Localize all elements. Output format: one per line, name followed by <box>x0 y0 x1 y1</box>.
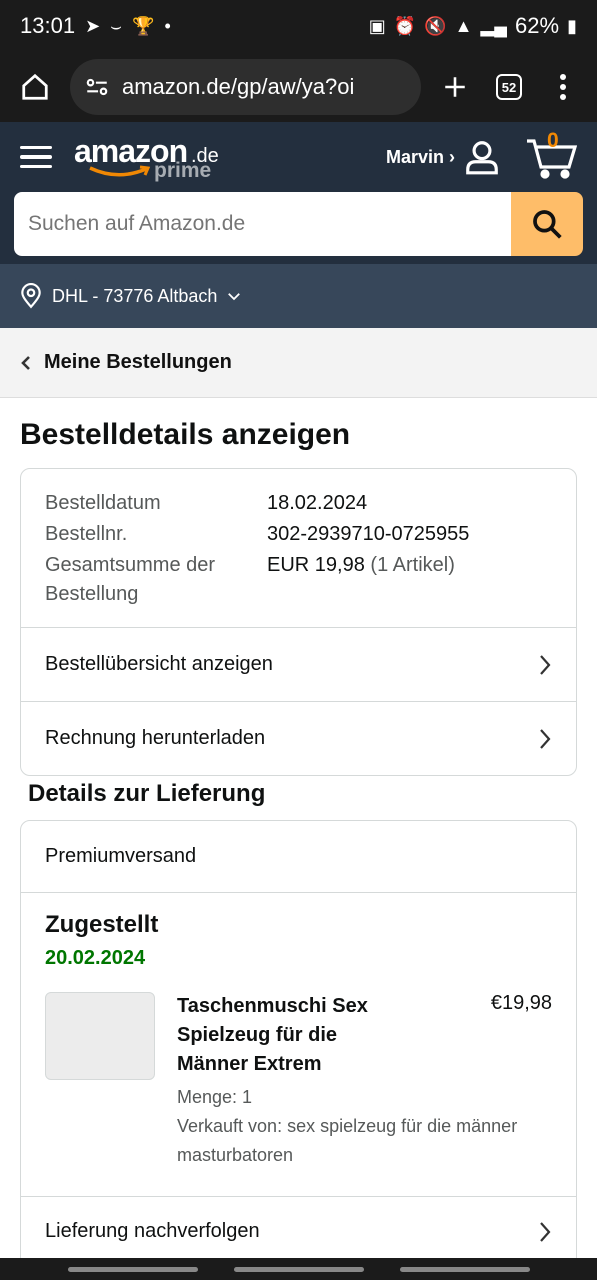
page-title: Bestelldetails anzeigen <box>20 418 351 451</box>
delivery-section-title: Details zur Lieferung <box>28 780 266 807</box>
shipment-details: Zugestellt 20.02.2024 Taschenmuschi Sex … <box>21 893 576 1196</box>
order-date-label: Bestelldatum <box>45 492 161 514</box>
back-link-label: Meine Bestellungen <box>44 351 232 373</box>
order-item: Taschenmuschi Sex Spielzeug für die Männ… <box>45 992 552 1170</box>
order-total-value: EUR 19,98 (1 Artikel) <box>267 551 552 609</box>
order-info-grid: Bestelldatum 18.02.2024 Bestellnr. 302-2… <box>21 469 576 627</box>
search-button[interactable] <box>511 192 583 256</box>
smile-arrow-icon <box>89 165 151 177</box>
order-summary-link[interactable]: Bestellübersicht anzeigen <box>21 627 576 701</box>
order-summary-link-label: Bestellübersicht anzeigen <box>45 653 273 675</box>
telegram-icon: ➤ <box>85 15 101 36</box>
chevron-right-icon <box>540 1221 551 1242</box>
track-package-label: Lieferung nachverfolgen <box>45 1220 260 1242</box>
order-item-count: (1 Artikel) <box>370 554 455 576</box>
back-to-orders-link[interactable]: Meine Bestellungen <box>0 328 597 398</box>
location-pin-icon <box>21 283 41 309</box>
item-details: Taschenmuschi Sex Spielzeug für die Männ… <box>177 992 552 1170</box>
item-price: €19,98 <box>490 992 552 1014</box>
status-time: 13:01 <box>20 13 76 38</box>
new-tab-button[interactable] <box>435 67 475 107</box>
deliver-to-bar[interactable]: DHL - 73776 Altbach <box>0 264 597 328</box>
chevron-down-icon <box>228 293 241 301</box>
more-vert-icon <box>560 74 566 100</box>
tabs-button[interactable]: 52 <box>489 67 529 107</box>
gesture-nav-bar <box>0 1258 597 1280</box>
download-invoice-link[interactable]: Rechnung herunterladen <box>21 701 576 775</box>
site-settings-icon <box>86 78 108 96</box>
item-quantity: Menge: 1 <box>177 1087 253 1107</box>
alarm-icon: ⏰ <box>393 15 417 36</box>
hamburger-menu-button[interactable] <box>20 145 52 169</box>
status-bar: 13:01 ➤ ⌣ 🏆 • ▣ ⏰ 🔇 ▲ ▂▄ 62% ▮ <box>0 0 597 52</box>
amazon-smile-icon: ⌣ <box>110 15 123 36</box>
shipping-method: Premiumversand <box>21 821 576 893</box>
5g-icon: ▲ <box>454 15 473 36</box>
delivery-card: Premiumversand Zugestellt 20.02.2024 Tas… <box>20 820 577 1267</box>
track-package-link[interactable]: Lieferung nachverfolgen <box>21 1196 576 1266</box>
tab-count: 52 <box>496 74 522 100</box>
order-date-value: 18.02.2024 <box>267 492 368 514</box>
product-image-placeholder[interactable] <box>45 992 155 1080</box>
chevron-left-icon <box>21 355 30 370</box>
battery-icon: ▮ <box>567 15 577 36</box>
mute-icon: 🔇 <box>424 15 447 36</box>
nav-pill <box>233 1266 364 1272</box>
account-label: Marvin › <box>385 146 455 167</box>
dot-icon: • <box>164 15 171 36</box>
order-total-label: Gesamtsumme der Bestellung <box>45 554 216 605</box>
amazon-header: amazon .de prime Marvin › 0 <box>0 122 597 264</box>
order-summary-card: Bestelldatum 18.02.2024 Bestellnr. 302-2… <box>20 468 577 776</box>
url-text: amazon.de/gp/aw/ya?oi <box>122 74 355 99</box>
chevron-right-icon <box>540 728 551 749</box>
trophy-icon: 🏆 <box>132 15 155 36</box>
chevron-right-icon <box>540 654 551 675</box>
deliver-to-label: DHL - 73776 Altbach <box>52 285 218 306</box>
delivery-date: 20.02.2024 <box>45 947 146 969</box>
battery-percent: 62% <box>515 13 560 38</box>
home-button[interactable] <box>14 66 56 108</box>
search-input[interactable] <box>14 192 511 256</box>
order-total-amount: EUR 19,98 <box>267 554 365 576</box>
search-bar <box>14 192 583 256</box>
order-number-label: Bestellnr. <box>45 523 128 545</box>
product-title-link[interactable]: Taschenmuschi Sex Spielzeug für die Männ… <box>177 992 397 1079</box>
user-icon <box>466 141 498 175</box>
notification-icon: ▣ <box>368 15 386 36</box>
home-icon <box>22 73 48 100</box>
main-content: Bestelldetails anzeigen Bestelldatum 18.… <box>0 418 597 1267</box>
cart-count: 0 <box>547 129 559 152</box>
account-button[interactable]: Marvin › <box>386 138 501 176</box>
url-bar[interactable]: amazon.de/gp/aw/ya?oi <box>70 59 421 115</box>
plus-icon <box>445 77 465 97</box>
item-seller: Verkauft von: sex spielzeug für die männ… <box>177 1116 518 1165</box>
delivery-status: Zugestellt <box>45 911 159 938</box>
menu-button[interactable] <box>543 67 583 107</box>
download-invoice-label: Rechnung herunterladen <box>45 727 266 749</box>
browser-toolbar: amazon.de/gp/aw/ya?oi 52 <box>0 52 597 122</box>
amazon-logo[interactable]: amazon .de prime <box>74 129 386 185</box>
logo-prime: prime <box>154 159 212 182</box>
signal-icon: ▂▄ <box>480 15 508 36</box>
search-icon <box>533 210 562 239</box>
nav-pill <box>399 1266 530 1272</box>
nav-pill <box>67 1266 198 1272</box>
cart-button[interactable]: 0 <box>525 129 578 179</box>
order-number-value: 302-2939710-0725955 <box>267 523 470 545</box>
